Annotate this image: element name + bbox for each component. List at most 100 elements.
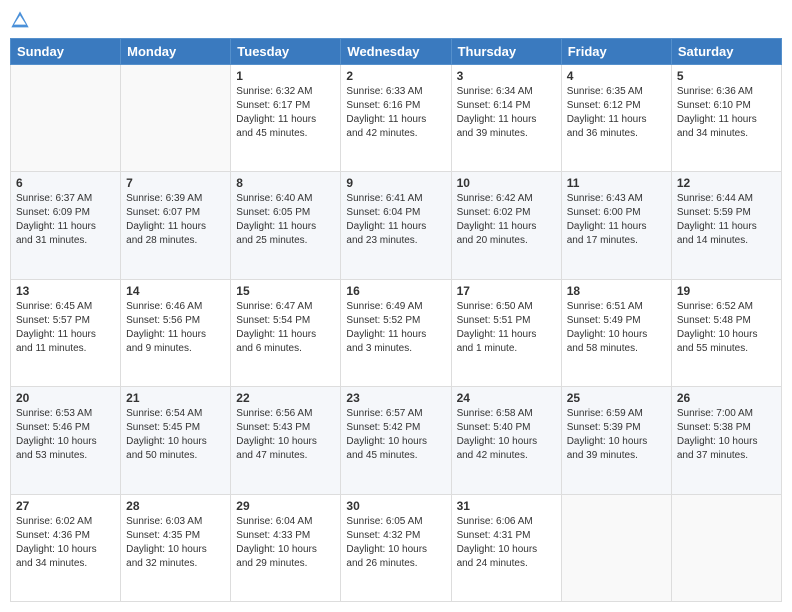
calendar-cell [561, 494, 671, 601]
day-number: 27 [16, 499, 115, 513]
logo-icon [10, 10, 30, 30]
calendar-cell: 29 Sunrise: 6:04 AM Sunset: 4:33 PM Dayli… [231, 494, 341, 601]
calendar-header-monday: Monday [121, 39, 231, 65]
day-info: Sunrise: 6:35 AM Sunset: 6:12 PM Dayligh… [567, 85, 666, 141]
calendar-cell: 17Sunrise: 6:50 AM Sunset: 5:51 PM Dayli… [451, 279, 561, 386]
day-info: Sunrise: 6:32 AM Sunset: 6:17 PM Dayligh… [236, 85, 335, 141]
day-info: Sunrise: 6:42 AM Sunset: 6:02 PM Dayligh… [457, 192, 556, 248]
day-number: 14 [126, 284, 225, 298]
day-number: 16 [346, 284, 445, 298]
day-number: 6 [16, 176, 115, 190]
day-number: 15 [236, 284, 335, 298]
day-info: Sunrise: 6:53 AM Sunset: 5:46 PM Dayligh… [16, 407, 115, 463]
calendar-header-saturday: Saturday [671, 39, 781, 65]
calendar-cell: 22 Sunrise: 6:56 AM Sunset: 5:43 PM Dayli… [231, 387, 341, 494]
calendar-week-5: 27Sunrise: 6:02 AM Sunset: 4:36 PM Dayli… [11, 494, 782, 601]
day-number: 26 [677, 391, 776, 405]
day-number: 29 [236, 499, 335, 513]
calendar-week-3: 13 Sunrise: 6:45 AM Sunset: 5:57 PM Dayli… [11, 279, 782, 386]
calendar-cell: 5 Sunrise: 6:36 AM Sunset: 6:10 PM Daylig… [671, 65, 781, 172]
calendar-header-thursday: Thursday [451, 39, 561, 65]
calendar-cell: 31Sunrise: 6:06 AM Sunset: 4:31 PM Dayli… [451, 494, 561, 601]
calendar-cell: 19 Sunrise: 6:52 AM Sunset: 5:48 PM Dayli… [671, 279, 781, 386]
day-number: 22 [236, 391, 335, 405]
calendar-cell [121, 65, 231, 172]
calendar-cell: 16 Sunrise: 6:49 AM Sunset: 5:52 PM Dayli… [341, 279, 451, 386]
calendar-header-row: SundayMondayTuesdayWednesdayThursdayFrid… [11, 39, 782, 65]
day-info: Sunrise: 6:04 AM Sunset: 4:33 PM Dayligh… [236, 515, 335, 571]
day-info: Sunrise: 6:34 AM Sunset: 6:14 PM Dayligh… [457, 85, 556, 141]
calendar-cell: 24 Sunrise: 6:58 AM Sunset: 5:40 PM Dayli… [451, 387, 561, 494]
day-info: Sunrise: 6:03 AM Sunset: 4:35 PM Dayligh… [126, 515, 225, 571]
calendar-header-friday: Friday [561, 39, 671, 65]
calendar-cell: 25 Sunrise: 6:59 AM Sunset: 5:39 PM Dayli… [561, 387, 671, 494]
calendar-cell: 20 Sunrise: 6:53 AM Sunset: 5:46 PM Dayli… [11, 387, 121, 494]
calendar-cell: 2 Sunrise: 6:33 AM Sunset: 6:16 PM Daylig… [341, 65, 451, 172]
calendar-header-sunday: Sunday [11, 39, 121, 65]
day-info: Sunrise: 6:33 AM Sunset: 6:16 PM Dayligh… [346, 85, 445, 141]
calendar-week-1: 1 Sunrise: 6:32 AM Sunset: 6:17 PM Daylig… [11, 65, 782, 172]
calendar-cell: 18 Sunrise: 6:51 AM Sunset: 5:49 PM Dayli… [561, 279, 671, 386]
calendar-cell: 30Sunrise: 6:05 AM Sunset: 4:32 PM Dayli… [341, 494, 451, 601]
calendar-cell: 4Sunrise: 6:35 AM Sunset: 6:12 PM Daylig… [561, 65, 671, 172]
day-number: 23 [346, 391, 445, 405]
day-number: 5 [677, 69, 776, 83]
day-number: 28 [126, 499, 225, 513]
calendar-cell: 27Sunrise: 6:02 AM Sunset: 4:36 PM Dayli… [11, 494, 121, 601]
calendar-cell: 7Sunrise: 6:39 AM Sunset: 6:07 PM Daylig… [121, 172, 231, 279]
calendar-cell [671, 494, 781, 601]
calendar-cell: 3Sunrise: 6:34 AM Sunset: 6:14 PM Daylig… [451, 65, 561, 172]
day-number: 11 [567, 176, 666, 190]
day-number: 13 [16, 284, 115, 298]
day-info: Sunrise: 6:57 AM Sunset: 5:42 PM Dayligh… [346, 407, 445, 463]
day-info: Sunrise: 6:06 AM Sunset: 4:31 PM Dayligh… [457, 515, 556, 571]
day-info: Sunrise: 6:47 AM Sunset: 5:54 PM Dayligh… [236, 300, 335, 356]
day-number: 12 [677, 176, 776, 190]
day-number: 2 [346, 69, 445, 83]
day-number: 18 [567, 284, 666, 298]
day-number: 9 [346, 176, 445, 190]
logo [10, 10, 34, 30]
calendar-cell: 11 Sunrise: 6:43 AM Sunset: 6:00 PM Dayli… [561, 172, 671, 279]
day-info: Sunrise: 6:49 AM Sunset: 5:52 PM Dayligh… [346, 300, 445, 356]
day-number: 7 [126, 176, 225, 190]
day-info: Sunrise: 6:54 AM Sunset: 5:45 PM Dayligh… [126, 407, 225, 463]
calendar-header-wednesday: Wednesday [341, 39, 451, 65]
day-info: Sunrise: 7:00 AM Sunset: 5:38 PM Dayligh… [677, 407, 776, 463]
calendar-cell: 9 Sunrise: 6:41 AM Sunset: 6:04 PM Daylig… [341, 172, 451, 279]
calendar-cell: 26 Sunrise: 7:00 AM Sunset: 5:38 PM Dayli… [671, 387, 781, 494]
day-info: Sunrise: 6:56 AM Sunset: 5:43 PM Dayligh… [236, 407, 335, 463]
calendar-header-tuesday: Tuesday [231, 39, 341, 65]
day-info: Sunrise: 6:45 AM Sunset: 5:57 PM Dayligh… [16, 300, 115, 356]
day-number: 20 [16, 391, 115, 405]
day-info: Sunrise: 6:51 AM Sunset: 5:49 PM Dayligh… [567, 300, 666, 356]
day-info: Sunrise: 6:46 AM Sunset: 5:56 PM Dayligh… [126, 300, 225, 356]
day-info: Sunrise: 6:50 AM Sunset: 5:51 PM Dayligh… [457, 300, 556, 356]
calendar-cell: 6 Sunrise: 6:37 AM Sunset: 6:09 PM Daylig… [11, 172, 121, 279]
day-number: 19 [677, 284, 776, 298]
calendar-cell: 10Sunrise: 6:42 AM Sunset: 6:02 PM Dayli… [451, 172, 561, 279]
calendar-cell: 28 Sunrise: 6:03 AM Sunset: 4:35 PM Dayli… [121, 494, 231, 601]
day-number: 24 [457, 391, 556, 405]
calendar-cell: 13 Sunrise: 6:45 AM Sunset: 5:57 PM Dayli… [11, 279, 121, 386]
calendar-table: SundayMondayTuesdayWednesdayThursdayFrid… [10, 38, 782, 602]
day-info: Sunrise: 6:40 AM Sunset: 6:05 PM Dayligh… [236, 192, 335, 248]
day-info: Sunrise: 6:41 AM Sunset: 6:04 PM Dayligh… [346, 192, 445, 248]
day-info: Sunrise: 6:36 AM Sunset: 6:10 PM Dayligh… [677, 85, 776, 141]
day-number: 8 [236, 176, 335, 190]
day-info: Sunrise: 6:59 AM Sunset: 5:39 PM Dayligh… [567, 407, 666, 463]
day-number: 1 [236, 69, 335, 83]
calendar-week-2: 6 Sunrise: 6:37 AM Sunset: 6:09 PM Daylig… [11, 172, 782, 279]
header [10, 10, 782, 30]
calendar-cell: 21 Sunrise: 6:54 AM Sunset: 5:45 PM Dayli… [121, 387, 231, 494]
calendar-cell: 8 Sunrise: 6:40 AM Sunset: 6:05 PM Daylig… [231, 172, 341, 279]
day-number: 21 [126, 391, 225, 405]
day-info: Sunrise: 6:43 AM Sunset: 6:00 PM Dayligh… [567, 192, 666, 248]
calendar-cell [11, 65, 121, 172]
day-info: Sunrise: 6:58 AM Sunset: 5:40 PM Dayligh… [457, 407, 556, 463]
day-number: 25 [567, 391, 666, 405]
day-info: Sunrise: 6:52 AM Sunset: 5:48 PM Dayligh… [677, 300, 776, 356]
day-info: Sunrise: 6:37 AM Sunset: 6:09 PM Dayligh… [16, 192, 115, 248]
calendar-cell: 14 Sunrise: 6:46 AM Sunset: 5:56 PM Dayli… [121, 279, 231, 386]
calendar-cell: 23 Sunrise: 6:57 AM Sunset: 5:42 PM Dayli… [341, 387, 451, 494]
